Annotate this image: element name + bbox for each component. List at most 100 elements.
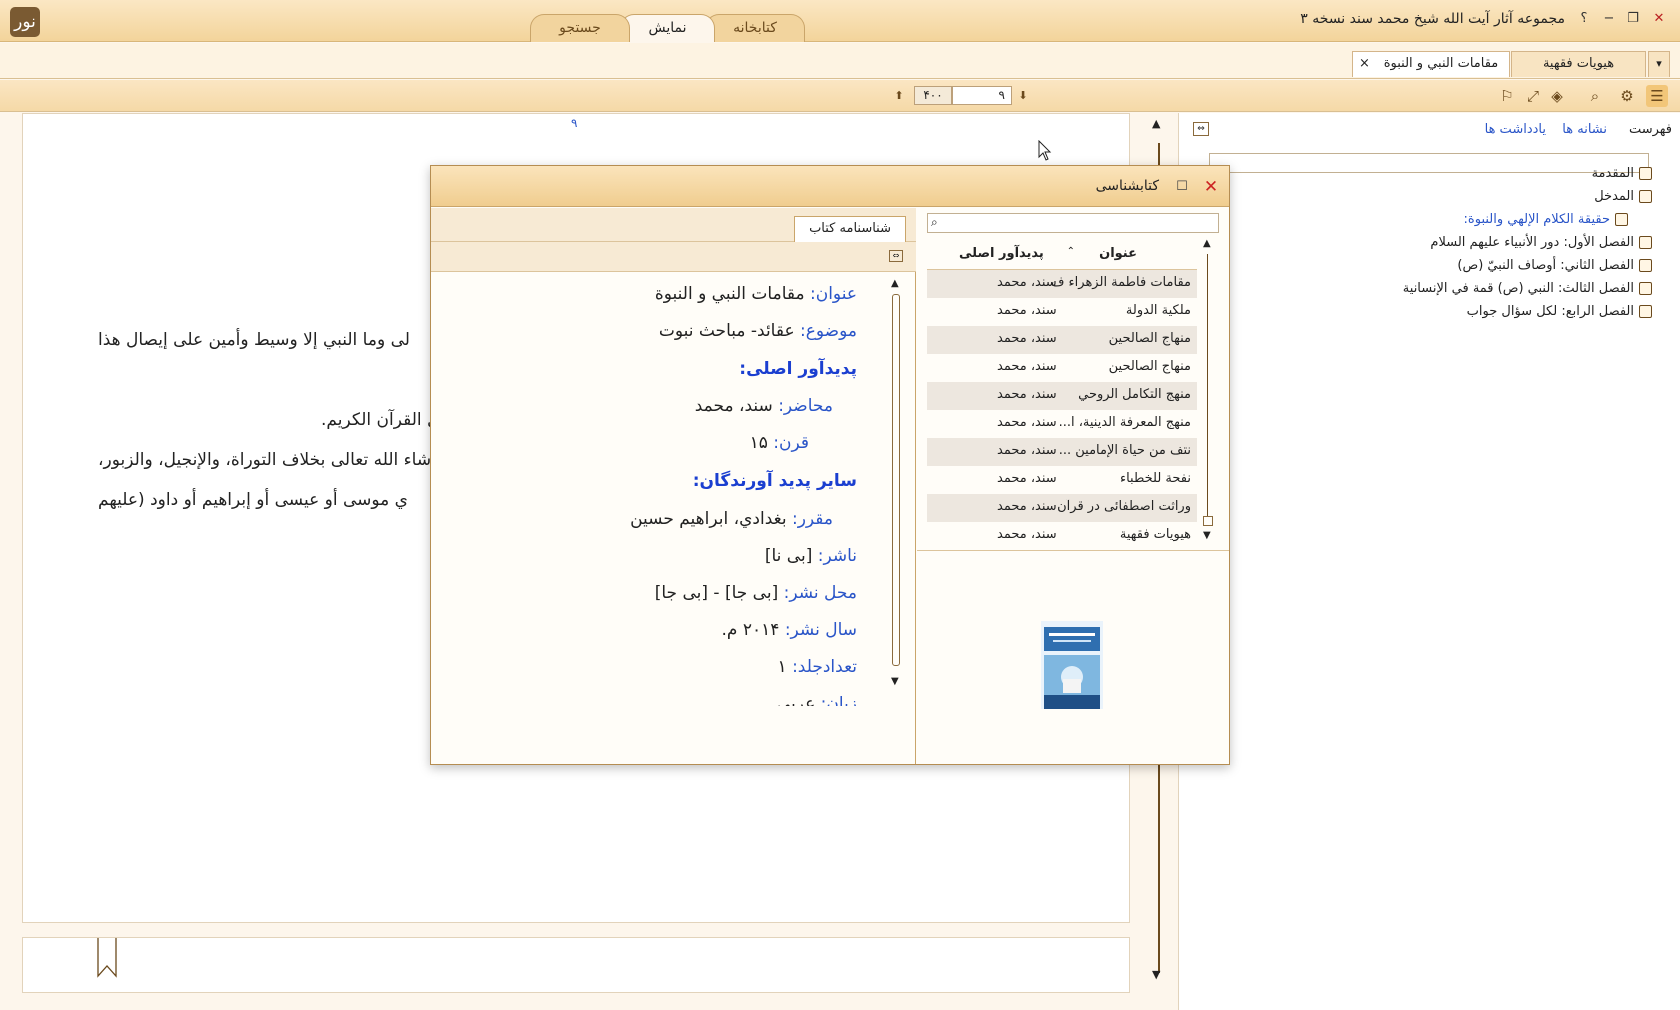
scroll-down-icon[interactable]: ▼ — [891, 676, 899, 687]
detail-year: سال نشر: ۲۰۱۴ م. — [721, 620, 857, 640]
dialog-title: کتابشناسی — [1095, 178, 1159, 194]
text-line: ل القرآن الكريم. — [321, 410, 440, 430]
scroll-up-icon[interactable]: ▲ — [891, 278, 899, 289]
doc-tab-maqamat[interactable]: مقامات النبي و النبوة × — [1352, 51, 1510, 77]
panel-toggle-icon[interactable]: ⇔ — [1193, 122, 1209, 136]
book-row[interactable]: نتف من حياة الإمامين ... سند، محمد — [927, 438, 1197, 466]
toc-label: المقدمة — [1591, 166, 1634, 181]
export-icon[interactable]: ⇔ — [889, 250, 903, 262]
book-search-input[interactable]: ⌕ — [927, 213, 1219, 233]
scroll-thumb[interactable] — [1203, 516, 1213, 526]
detail-century: قرن: ۱۵ — [749, 433, 809, 453]
close-dialog-icon[interactable]: ✕ — [1201, 177, 1221, 197]
tab-index[interactable]: فهرست — [1629, 122, 1672, 137]
search-icon: ⌕ — [931, 215, 938, 229]
text-line: لى وما النبي إلا وسيط وأمين على إيصال هذ… — [98, 330, 410, 350]
book-icon — [1639, 190, 1652, 203]
details-subbar: ⇔ — [431, 242, 916, 272]
scroll-up-icon[interactable]: ▲ — [1152, 117, 1160, 130]
prev-page-icon[interactable]: ⬆ — [888, 85, 910, 107]
tab-notes[interactable]: یادداشت ها — [1485, 122, 1546, 137]
book-cover-image — [1041, 621, 1103, 709]
toc-item[interactable]: حقيقة الكلام الإلهي والنبوة: — [1464, 212, 1628, 227]
scroll-track — [1207, 254, 1208, 516]
tab-bookmarks[interactable]: نشانه ها — [1562, 122, 1607, 137]
scroll-down-icon[interactable]: ▼ — [1152, 968, 1160, 981]
mouse-cursor-icon — [1038, 140, 1052, 161]
bookmark-icon[interactable]: ⚐ — [1496, 85, 1518, 107]
toc-item[interactable]: المدخل — [1594, 189, 1652, 204]
close-tab-icon[interactable]: × — [1359, 52, 1370, 76]
toolbar: ☰ ⚙ ⌕ ◈ ⤢ ⚐ ⬇ ۹ ۴۰۰ ⬆ — [0, 80, 1680, 112]
footnote-pane — [22, 937, 1130, 993]
column-author[interactable]: پدیدآور اصلی — [959, 246, 1044, 261]
toc-item[interactable]: المقدمة — [1592, 166, 1652, 181]
tab-display[interactable]: نمایش — [620, 14, 715, 42]
help-button[interactable]: ؟ — [1575, 10, 1593, 28]
book-details-pane: شناسنامه کتاب ⇔ عنوان: مقامات النبي و ال… — [431, 208, 916, 764]
close-button[interactable]: ✕ — [1650, 10, 1668, 28]
column-title[interactable]: عنوان — [1099, 246, 1137, 261]
tab-book-id[interactable]: شناسنامه کتاب — [794, 216, 906, 242]
toc-item[interactable]: الفصل الثاني: أوصاف النبيّ (ص) — [1457, 258, 1652, 273]
maximize-icon[interactable]: ☐ — [1173, 178, 1191, 196]
side-panel: ⇔ فهرست نشانه ها یادداشت ها المقدمة المد… — [1178, 113, 1680, 1010]
detail-lecturer: محاضر: سند، محمد — [694, 396, 833, 416]
doc-tab-hiwiyat[interactable]: هیویات فقهیة — [1511, 51, 1646, 77]
toc-label: الفصل الثالث: النبي (ص) قمة في الإنسانية — [1402, 281, 1634, 296]
dialog-title-bar: کتابشناسی ☐ ✕ — [431, 166, 1229, 207]
detail-reporter: مقرر: بغدادي، ابراهيم حسين — [630, 509, 833, 529]
detail-volumes: تعدادجلد: ۱ — [777, 657, 857, 677]
details-tabbar: شناسنامه کتاب — [431, 208, 916, 242]
sort-icon[interactable]: ⌃ — [1067, 246, 1075, 257]
index-search-input[interactable] — [1209, 153, 1649, 173]
book-row[interactable]: منهاج الصالحين سند، محمد — [927, 354, 1197, 382]
page-icon — [1615, 213, 1628, 226]
toc-item[interactable]: الفصل الرابع: لكل سؤال جواب — [1467, 304, 1652, 319]
book-row[interactable]: منهج المعرفة الدينية، ا... سند، محمد — [927, 410, 1197, 438]
toc-label: المدخل — [1594, 189, 1634, 204]
toc-item[interactable]: الفصل الأول: دور الأنبياء عليهم السلام — [1430, 235, 1652, 250]
toc-item[interactable]: الفصل الثالث: النبي (ص) قمة في الإنسانية — [1403, 281, 1652, 296]
book-row[interactable]: نفحة للخطباء سند، محمد — [927, 466, 1197, 494]
search-icon[interactable]: ⌕ — [1584, 85, 1606, 107]
gear-icon[interactable]: ⚙ — [1616, 85, 1638, 107]
bookmark-ribbon-icon[interactable] — [96, 938, 118, 978]
list-icon[interactable]: ☰ — [1646, 85, 1668, 107]
next-page-icon[interactable]: ⬇ — [1012, 85, 1034, 107]
scroll-up-icon[interactable]: ▲ — [1203, 238, 1211, 249]
details-scrollbar[interactable]: ▲ ▼ — [889, 278, 903, 748]
book-list-scrollbar[interactable]: ▲ ▼ — [1200, 238, 1216, 546]
detail-subject: موضوع: عقائد- مباحث نبوت — [658, 321, 857, 341]
window-title: مجموعه آثار آیت الله شیخ محمد سند نسخه ۳ — [1300, 11, 1565, 27]
layers-icon — [1639, 236, 1652, 249]
book-row[interactable]: ملكية الدولة سند، محمد — [927, 298, 1197, 326]
book-row[interactable]: منهج التكامل الروحي سند، محمد — [927, 382, 1197, 410]
page-number: ۹ — [571, 116, 578, 130]
book-list-header: عنوان ⌃ پدیدآور اصلی — [927, 238, 1197, 270]
minimize-button[interactable]: − — [1600, 10, 1618, 28]
book-row[interactable]: مقامات فاطمة الزهراء ف... سند، محمد — [927, 270, 1197, 298]
fullscreen-icon[interactable]: ⤢ — [1522, 85, 1544, 107]
tab-search[interactable]: جستجو — [530, 14, 630, 42]
scroll-thumb[interactable] — [892, 294, 900, 666]
page-number-input[interactable]: ۹ — [952, 86, 1012, 105]
tab-library[interactable]: کتابخانه — [705, 14, 805, 42]
toc-label: الفصل الثاني: أوصاف النبيّ (ص) — [1457, 258, 1634, 273]
book-row[interactable]: وراثت اصطفائی در قرآن سند، محمد — [927, 494, 1197, 522]
app-logo: نور — [10, 7, 40, 37]
layers-icon — [1639, 305, 1652, 318]
page-icon — [1639, 167, 1652, 180]
restore-button[interactable]: ❐ — [1624, 10, 1642, 28]
text-line: شاء الله تعالى بخلاف التوراة، والإنجيل، … — [98, 450, 432, 470]
tabs-menu-icon[interactable]: ▾ — [1648, 51, 1670, 77]
main-tabs: کتابخانه نمایش جستجو — [525, 14, 805, 42]
divider — [917, 550, 1229, 551]
page-total: ۴۰۰ — [914, 86, 952, 105]
book-row[interactable]: هيويات فقهية سند، محمد — [927, 522, 1197, 550]
scroll-down-icon[interactable]: ▼ — [1203, 530, 1211, 541]
document-tabs-bar: ▾ هیویات فقهیة مقامات النبي و النبوة × — [0, 43, 1680, 79]
toc-label: الفصل الأول: دور الأنبياء عليهم السلام — [1430, 235, 1634, 250]
layers-icon[interactable]: ◈ — [1546, 85, 1568, 107]
book-row[interactable]: منهاج الصالحين سند، محمد — [927, 326, 1197, 354]
